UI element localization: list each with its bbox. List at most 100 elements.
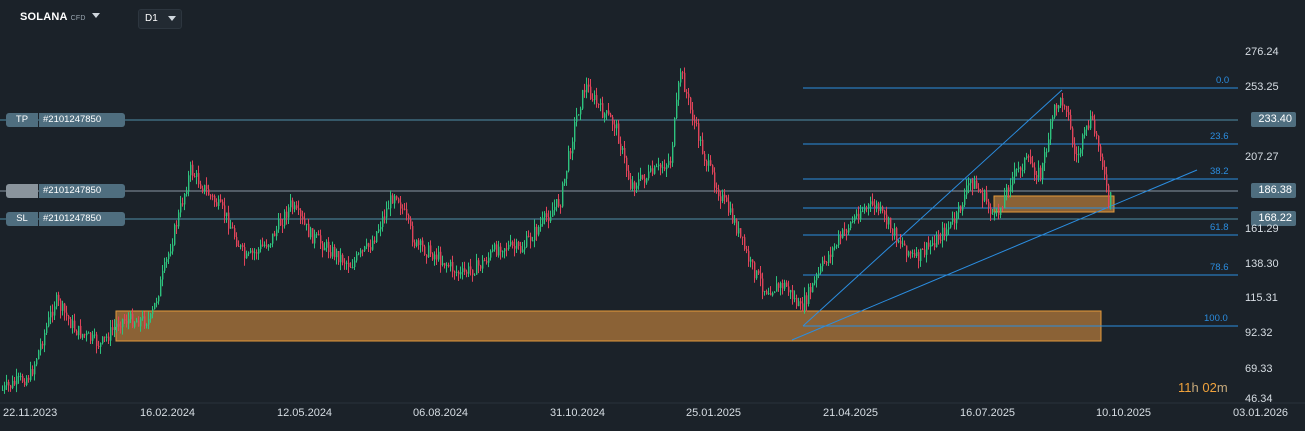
- candle-body: [126, 320, 128, 324]
- candle-body: [622, 148, 624, 150]
- candle-body: [652, 168, 654, 174]
- candle-body: [192, 164, 194, 177]
- candle-body: [774, 291, 776, 293]
- candle-body: [640, 174, 642, 180]
- candle-body: [362, 250, 364, 252]
- candle-body: [1070, 114, 1072, 129]
- candle-body: [708, 160, 710, 166]
- candle-body: [842, 229, 844, 238]
- candle-body: [418, 240, 420, 246]
- candle-body: [1012, 176, 1014, 186]
- candle-body: [770, 293, 772, 296]
- candle-body: [454, 271, 456, 273]
- candle-body: [628, 170, 630, 180]
- candle-body: [894, 228, 896, 235]
- candle-body: [972, 179, 974, 189]
- candle-body: [152, 309, 154, 315]
- candle-body: [466, 271, 468, 274]
- candle-body: [800, 301, 802, 304]
- countdown-minutes: 02: [1202, 380, 1217, 395]
- candle-body: [234, 228, 236, 238]
- candle-body: [866, 207, 868, 209]
- candle-body: [544, 213, 546, 218]
- candle-body: [822, 260, 824, 267]
- candle-body: [268, 244, 270, 248]
- candle-body: [50, 311, 52, 318]
- candle-body: [706, 160, 708, 166]
- x-axis-label: 22.11.2023: [3, 407, 58, 419]
- candle-body: [796, 298, 798, 307]
- candle-body: [286, 211, 288, 218]
- candle-body: [658, 164, 660, 167]
- candle-body: [664, 167, 666, 170]
- candle-body: [568, 150, 570, 171]
- candle-body: [930, 244, 932, 247]
- candle-body: [58, 294, 60, 301]
- candle-body: [476, 260, 478, 275]
- candle-body: [872, 201, 874, 206]
- tp-label: TP: [6, 113, 38, 127]
- candle-body: [860, 211, 862, 220]
- candle-body: [84, 334, 86, 336]
- candle-body: [696, 123, 698, 125]
- candle-body: [932, 243, 934, 245]
- candle-body: [1028, 156, 1030, 158]
- candle-body: [810, 287, 812, 293]
- candle-body: [880, 206, 882, 211]
- candle-body: [826, 262, 828, 264]
- candle-body: [756, 270, 758, 279]
- x-axis-label: 31.10.2024: [550, 407, 606, 419]
- candle-body: [442, 263, 444, 266]
- candle-body: [836, 245, 838, 247]
- candle-body: [474, 274, 476, 276]
- candle-body: [758, 270, 760, 274]
- candle-body: [30, 369, 32, 380]
- candle-body: [738, 228, 740, 234]
- candle-body: [512, 241, 514, 246]
- candle-body: [204, 185, 206, 192]
- candle-body: [918, 252, 920, 262]
- candle-body: [558, 199, 560, 207]
- support-zone-upper[interactable]: [993, 195, 1115, 213]
- candle-body: [964, 194, 966, 205]
- candle-body: [390, 195, 392, 209]
- candle-body: [1010, 185, 1012, 192]
- price-chart[interactable]: [0, 0, 1305, 431]
- y-axis-label: 161.29: [1245, 223, 1279, 235]
- candle-body: [24, 381, 26, 386]
- candle-body: [62, 303, 64, 311]
- candle-body: [190, 164, 192, 176]
- candle-body: [266, 244, 268, 248]
- candle-body: [626, 157, 628, 171]
- candle-body: [888, 217, 890, 225]
- candle-body: [208, 189, 210, 196]
- candle-body: [896, 228, 898, 243]
- candle-body: [712, 165, 714, 173]
- candle-body: [600, 103, 602, 105]
- candle-body: [240, 245, 242, 247]
- candle-body: [2, 389, 4, 391]
- fib-level-label: 0.0: [1216, 75, 1230, 86]
- candle-body: [898, 240, 900, 243]
- candle-body: [608, 110, 610, 115]
- candle-body: [22, 376, 24, 382]
- candle-body: [934, 243, 936, 248]
- candle-body: [782, 283, 784, 289]
- candle-body: [630, 179, 632, 189]
- candle-body: [324, 247, 326, 251]
- candle-body: [1046, 151, 1048, 153]
- candle-body: [1068, 111, 1070, 115]
- candle-body: [486, 260, 488, 263]
- x-axis-label: 03.01.2026: [1233, 407, 1289, 419]
- candle-body: [986, 192, 988, 202]
- candle-body: [744, 237, 746, 250]
- candle-body: [1020, 167, 1022, 171]
- candle-body: [1058, 105, 1060, 109]
- candle-body: [814, 280, 816, 284]
- candle-body: [676, 99, 678, 119]
- candle-body: [424, 246, 426, 255]
- candle-body: [96, 334, 98, 346]
- candle-body: [364, 246, 366, 251]
- candle-body: [700, 139, 702, 141]
- candle-body: [592, 99, 594, 101]
